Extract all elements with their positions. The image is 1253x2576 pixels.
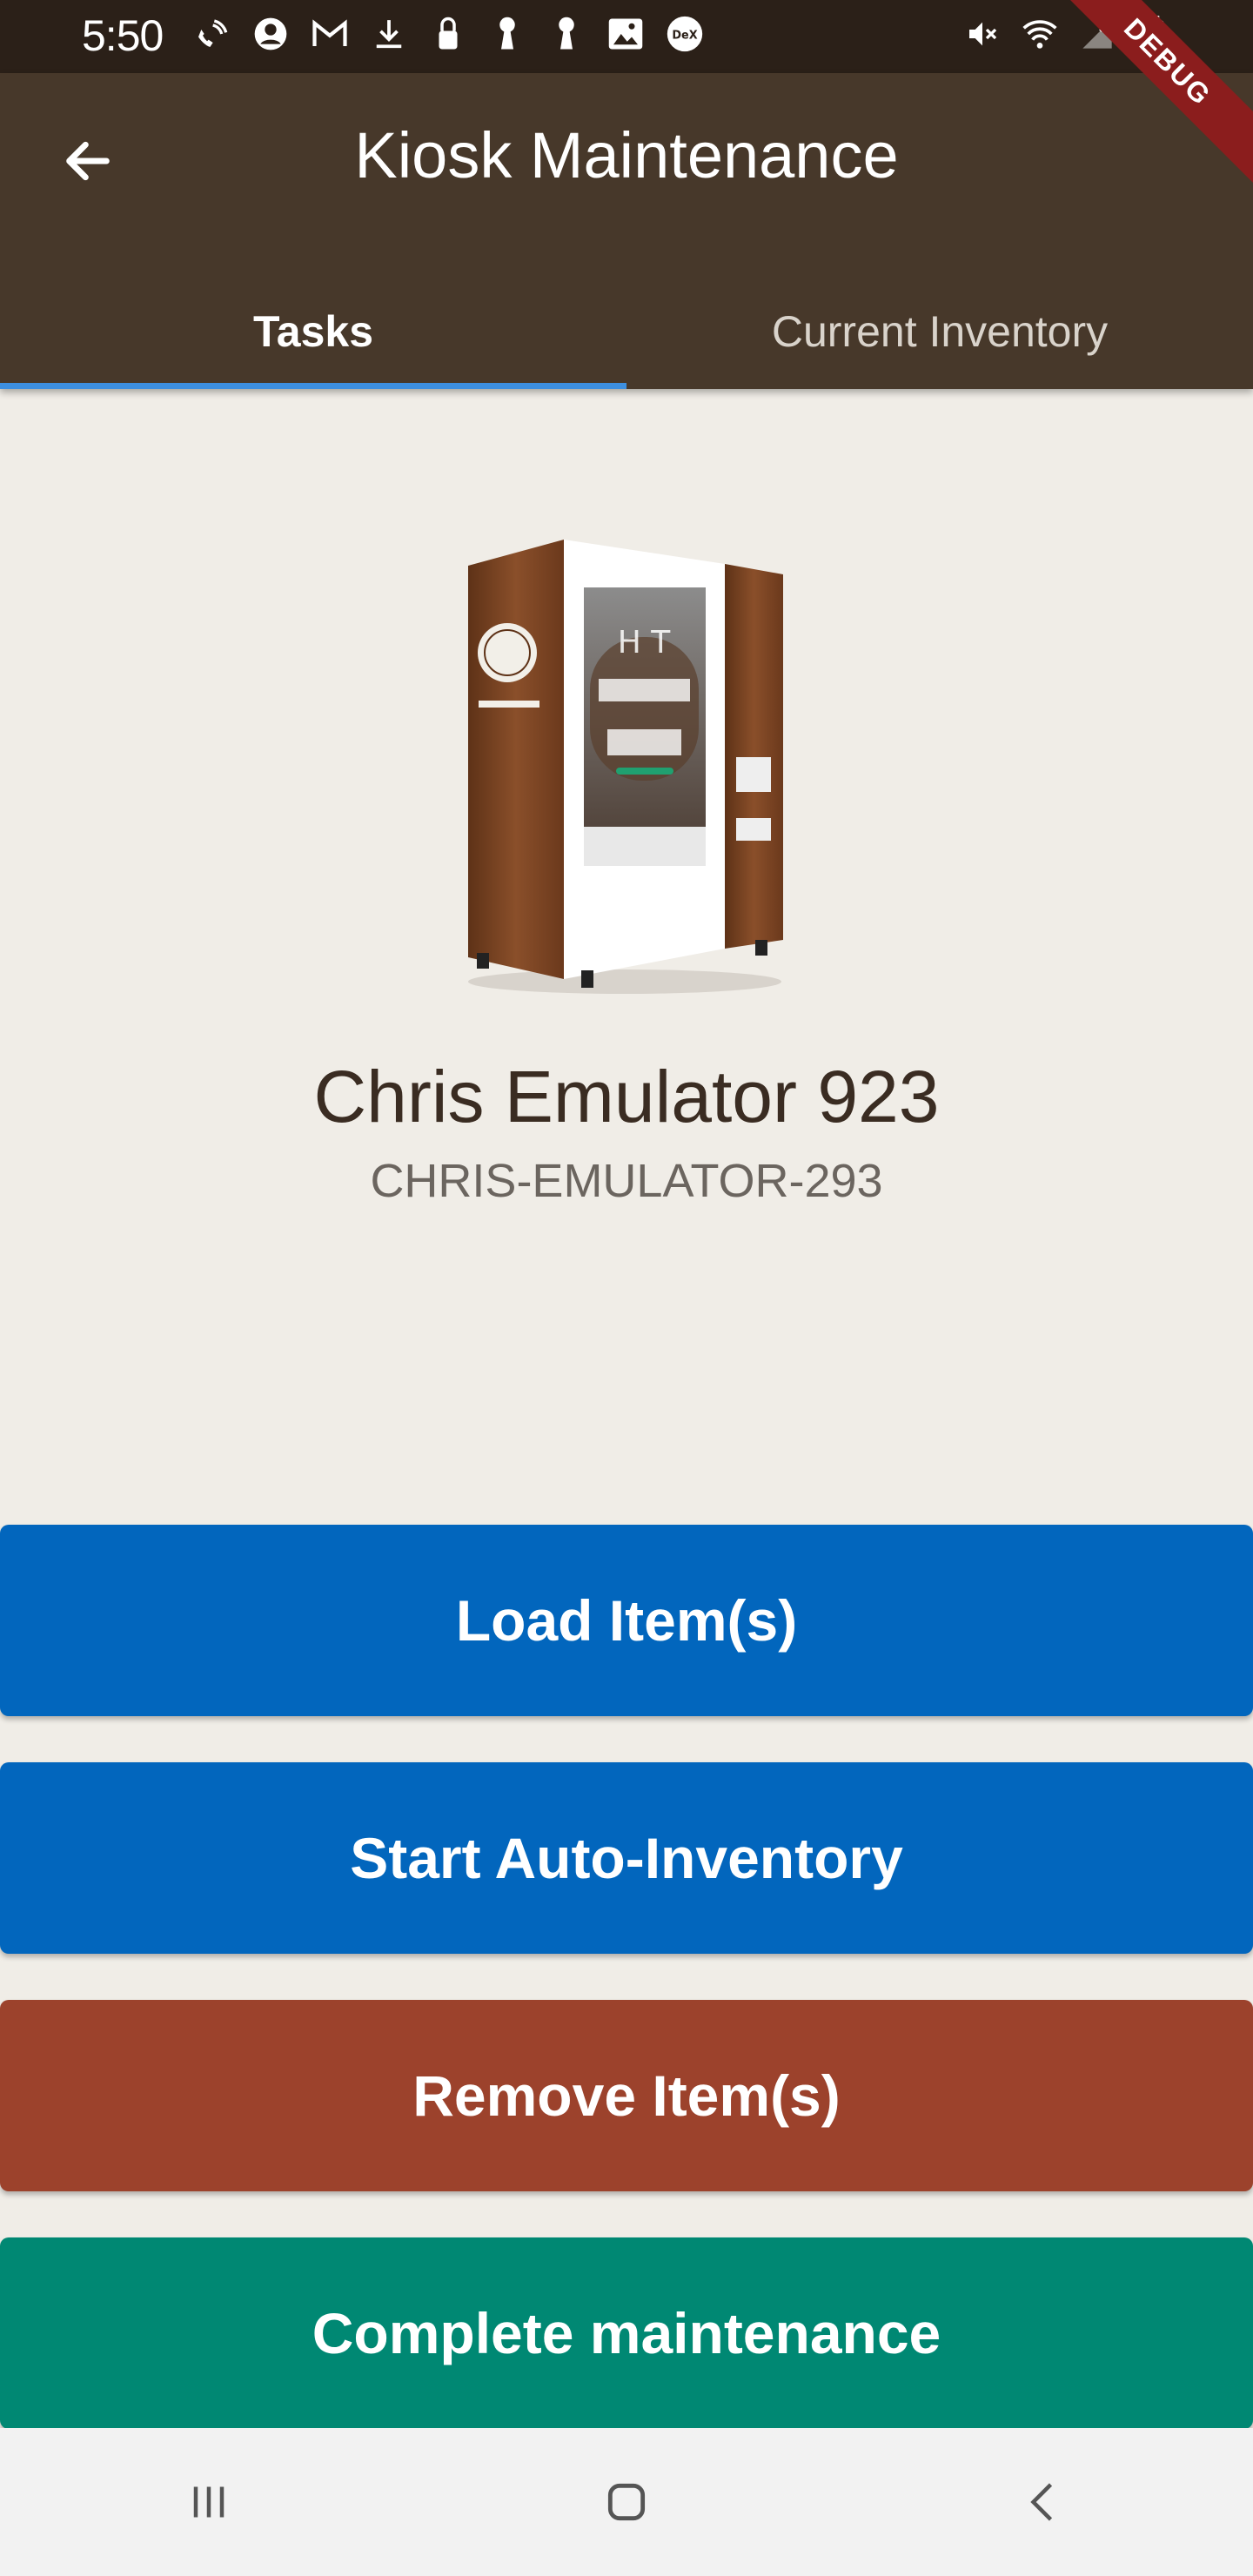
kiosk-name: Chris Emulator 923 xyxy=(313,1056,940,1137)
status-bar: 5:50 DeX xyxy=(0,0,1253,73)
kiosk-image: H T xyxy=(468,540,783,994)
dex-icon: DeX xyxy=(665,14,705,54)
tab-indicator xyxy=(0,383,626,389)
signal-icon xyxy=(1077,14,1117,54)
app-bar: Kiosk Maintenance Tasks Current Inventor… xyxy=(0,73,1253,389)
system-back-button[interactable] xyxy=(992,2450,1096,2554)
download-icon xyxy=(369,14,409,54)
recents-icon xyxy=(193,2486,224,2518)
gmail-icon xyxy=(310,14,350,54)
notification-icons: DeX xyxy=(191,14,705,54)
kiosk-id: CHRIS-EMULATOR-293 xyxy=(370,1155,883,1207)
keyhole-icon xyxy=(546,14,586,54)
wifi-icon xyxy=(1020,14,1060,54)
image-icon xyxy=(606,14,646,54)
svg-text:H T: H T xyxy=(618,625,672,661)
remove-items-button[interactable]: Remove Item(s) xyxy=(0,2000,1253,2191)
svg-text:DeX: DeX xyxy=(672,30,697,43)
tab-current-inventory[interactable]: Current Inventory xyxy=(626,273,1253,389)
keyhole-icon xyxy=(487,14,527,54)
account-circle-icon xyxy=(251,14,291,54)
lock-icon xyxy=(428,14,468,54)
back-icon xyxy=(1030,2483,1053,2521)
start-auto-inventory-button[interactable]: Start Auto-Inventory xyxy=(0,1762,1253,1954)
home-icon xyxy=(607,2483,646,2521)
recents-button[interactable] xyxy=(157,2450,261,2554)
status-time: 5:50 xyxy=(82,11,164,60)
system-icons xyxy=(962,14,1175,54)
mute-icon xyxy=(962,14,1002,54)
tab-bar: Tasks Current Inventory xyxy=(0,273,1253,389)
battery-icon xyxy=(1135,14,1175,54)
home-button[interactable] xyxy=(574,2450,679,2554)
load-items-button[interactable]: Load Item(s) xyxy=(0,1525,1253,1716)
tab-tasks[interactable]: Tasks xyxy=(0,273,626,389)
page-title: Kiosk Maintenance xyxy=(354,119,899,191)
complete-maintenance-button[interactable]: Complete maintenance xyxy=(0,2237,1253,2429)
navigation-bar xyxy=(0,2428,1253,2576)
wifi-call-icon xyxy=(191,14,231,54)
